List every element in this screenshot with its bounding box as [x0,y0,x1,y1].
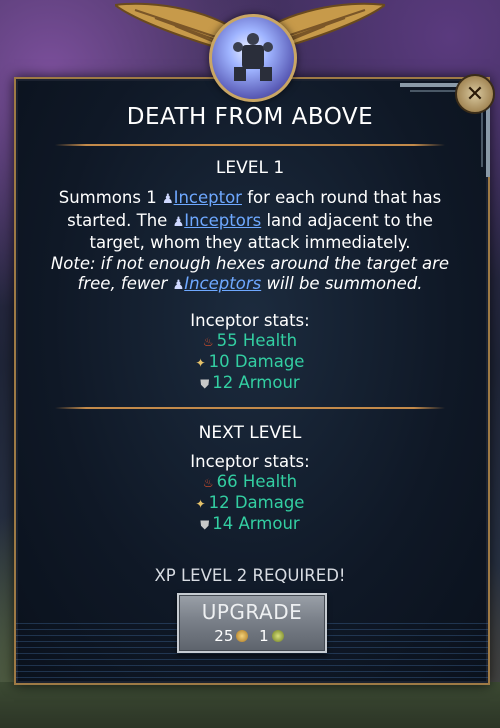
armour-icon: ⛊ [200,518,210,532]
ability-description: Summons 1 ♟Inceptor for each round that … [40,188,460,297]
upgrade-button[interactable]: UPGRADE 25 1 [177,593,327,653]
upgrade-cost: 25 1 [179,627,325,645]
section-divider [55,407,445,409]
inceptor-link-3[interactable]: Inceptors [184,274,261,293]
health-icon: ♨ [202,476,214,490]
stat-health: 66 Health [216,472,298,491]
unit-icon: ♟ [161,192,174,207]
level-heading: LEVEL 1 [215,158,285,178]
upgrade-label: UPGRADE [201,600,303,624]
inceptor-link-2[interactable]: Inceptors [184,211,261,230]
dialog-title: DEATH FROM ABOVE [126,104,374,130]
inceptor-link-1[interactable]: Inceptor [174,188,242,207]
cost-other: 1 [259,627,269,645]
unit-icon: ♟ [172,278,185,293]
stat-damage: 12 Damage [208,493,305,512]
stat-damage: 10 Damage [208,352,305,371]
desc-text-1: Summons 1 [58,188,157,207]
note-text-2: will be summoned. [266,274,423,293]
unit-icon: ♟ [172,214,185,230]
close-icon: ✕ [465,81,485,107]
damage-icon: ✦ [195,497,206,511]
health-icon: ♨ [202,335,214,349]
current-stats: Inceptor stats: ♨ 55 Health ✦ 10 Damage ⛊ 1… [0,311,500,394]
armour-icon: ⛊ [200,377,210,391]
gold-coin-icon [236,630,249,642]
xp-requirement: XP LEVEL 2 REQUIRED! [154,566,346,585]
background-bottom-strip [0,682,500,728]
damage-icon: ✦ [195,356,206,370]
title-divider [55,144,445,146]
cost-gold: 25 [214,627,234,645]
next-level-heading: NEXT LEVEL [198,423,302,443]
stat-armour: 14 Armour [212,514,300,533]
stat-health: 55 Health [216,331,298,350]
next-level-stats: Inceptor stats: ♨ 66 Health ✦ 12 Damage ⛊ 1… [0,452,500,535]
stats-label: Inceptor stats: [190,452,310,471]
ability-emblem-icon [209,14,297,102]
stats-label: Inceptor stats: [190,311,310,330]
stat-armour: 12 Armour [212,373,300,392]
resource-coin-icon [271,630,284,642]
